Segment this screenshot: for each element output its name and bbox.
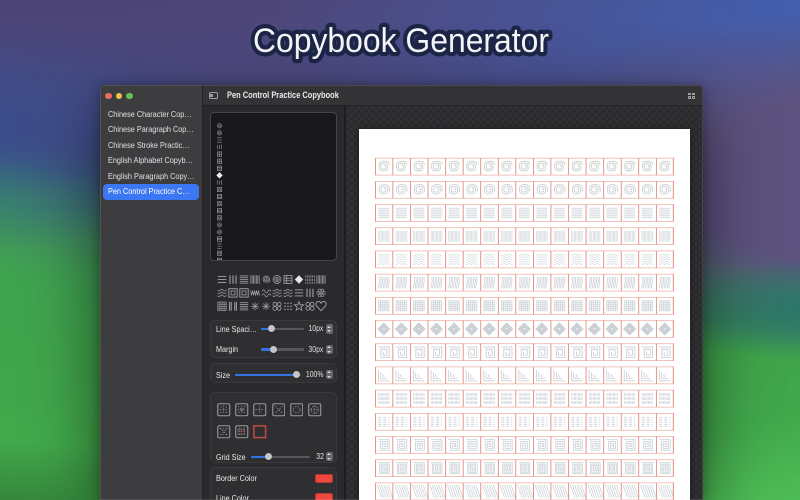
svg-text:Copybook Generator: Copybook Generator (253, 22, 549, 60)
